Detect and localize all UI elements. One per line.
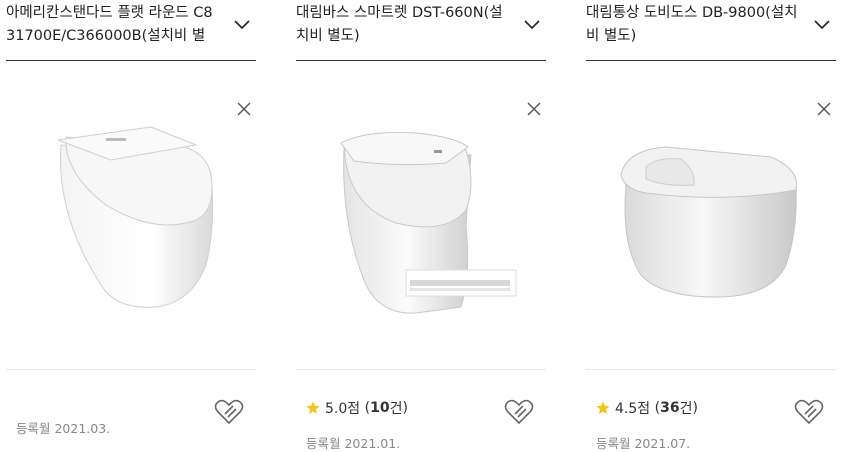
divider	[6, 369, 256, 370]
rating-count-unit: 건	[679, 401, 693, 417]
rating: 4.5점 (36 건)	[596, 398, 698, 418]
product-image[interactable]	[6, 75, 256, 365]
registered-date: 등록월 2021.07.	[596, 436, 691, 451]
product-title[interactable]: 아메리칸스탠다드 플랫 라운드 C8 31700E/C366000B(설치비 별	[6, 2, 221, 48]
chevron-down-icon[interactable]	[522, 14, 542, 34]
rating-count: 36	[660, 400, 680, 416]
product-image[interactable]	[586, 75, 836, 365]
chevron-down-icon[interactable]	[812, 14, 832, 34]
rating-paren-open: (	[650, 400, 661, 416]
product-card: 대림통상 도비도스 DB-9800(설치비 별도) 4.5점 (36 건) 등록월…	[586, 0, 836, 452]
divider	[586, 369, 836, 370]
product-header: 아메리칸스탠다드 플랫 라운드 C8 31700E/C366000B(설치비 별	[6, 0, 256, 61]
product-card: 대림바스 스마트렛 DST-660N(설치비 별도) 5.0점 (10 건)…	[296, 0, 546, 452]
rating-score: 4.5점	[615, 401, 651, 417]
rating-score: 5.0점	[325, 401, 361, 417]
rating-count: 10	[370, 400, 390, 416]
registered-date: 등록월 2021.03.	[16, 421, 111, 436]
star-icon	[306, 401, 320, 414]
heart-add-icon[interactable]	[794, 398, 824, 426]
product-header: 대림바스 스마트렛 DST-660N(설치비 별도)	[296, 0, 546, 61]
heart-add-icon[interactable]	[504, 398, 534, 426]
rating-paren-open: (	[360, 400, 371, 416]
chevron-down-icon[interactable]	[232, 14, 252, 34]
rating-paren-close: )	[402, 400, 408, 416]
rating-count-unit: 건	[389, 401, 403, 417]
product-image[interactable]	[296, 75, 546, 365]
divider	[296, 369, 546, 370]
product-title[interactable]: 대림통상 도비도스 DB-9800(설치비 별도)	[586, 2, 801, 48]
rating-paren-close: )	[692, 400, 698, 416]
heart-add-icon[interactable]	[214, 398, 244, 426]
product-card: 아메리칸스탠다드 플랫 라운드 C8 31700E/C366000B(설치비 별…	[6, 0, 256, 452]
star-icon	[596, 401, 610, 414]
registered-date: 등록월 2021.01.	[306, 436, 401, 451]
product-title[interactable]: 대림바스 스마트렛 DST-660N(설치비 별도)	[296, 2, 511, 48]
product-header: 대림통상 도비도스 DB-9800(설치비 별도)	[586, 0, 836, 61]
rating: 5.0점 (10 건)	[306, 398, 408, 418]
